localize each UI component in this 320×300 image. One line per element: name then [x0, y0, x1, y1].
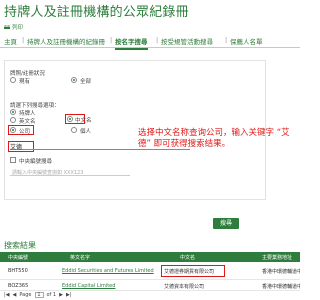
page-label: Page: [19, 292, 32, 298]
status-current-radio[interactable]: [10, 77, 16, 83]
page-title: 持牌人及註冊機構的公眾紀錄冊: [4, 5, 189, 20]
licensee-label: 持牌人: [19, 111, 36, 117]
company-label: 公司: [19, 129, 31, 135]
tab-sponsor-list[interactable]: 保薦人名單: [230, 36, 263, 46]
column-header-english-name[interactable]: 英文名字: [70, 254, 90, 261]
column-header-address[interactable]: 主要業務地址: [262, 254, 292, 261]
tutorial-annotation: 选择中文名称查询公司，输入关键字 “艾德” 即可获得搜索结果。: [138, 128, 290, 149]
tab-separator: |: [22, 36, 25, 44]
individual-radio[interactable]: [71, 127, 77, 133]
business-address: 香港中環德輔道中...: [262, 284, 300, 290]
business-address: 香港中環德輔道中...: [262, 269, 300, 275]
last-page-icon[interactable]: ▶|: [66, 292, 72, 298]
chinese-name: 艾德證券期貨有限公司: [164, 269, 215, 275]
english-name-radio[interactable]: [10, 117, 16, 123]
status-all-radio[interactable]: [71, 77, 77, 83]
results-table-header: 中央編號 英文名字 中文名 主要業務地址: [0, 252, 300, 262]
tab-separator: |: [110, 36, 113, 44]
tab-search-by-name[interactable]: 按名字搜尋: [115, 36, 148, 50]
column-header-ce[interactable]: 中央編號: [8, 254, 28, 261]
individual-label: 個人: [80, 129, 92, 135]
tab-home[interactable]: 主頁: [4, 36, 17, 46]
english-name-link[interactable]: Eddid Securities and Futures Limited: [62, 268, 154, 274]
table-row[interactable]: BHT550 Eddid Securities and Futures Limi…: [0, 262, 300, 280]
status-all-label: 全部: [80, 79, 92, 85]
ce-number: BHT550: [8, 268, 28, 274]
tab-separator: |: [225, 36, 228, 44]
ce-search-label: 中央編號搜尋: [19, 159, 53, 165]
chinese-name: 艾德資本有限公司: [164, 284, 205, 290]
tab-separator: |: [156, 36, 159, 44]
ce-search-input[interactable]: 請輸入中央編號查詢如 XXX123: [10, 168, 130, 176]
print-label: 列印: [12, 25, 24, 31]
company-radio[interactable]: [10, 127, 16, 133]
first-page-icon[interactable]: |◀: [4, 292, 10, 298]
chinese-name-radio[interactable]: [67, 116, 73, 122]
prev-page-icon[interactable]: ◀: [13, 292, 17, 298]
chinese-name-label: 中文名: [75, 118, 92, 124]
pagination: |◀ ◀ Page 1 of 1 ▶ ▶|: [4, 292, 71, 298]
tab-register[interactable]: 持牌人及註冊機構的紀錄冊: [27, 36, 105, 46]
english-name-link[interactable]: Eddid Capital Limited: [62, 283, 115, 289]
ce-search-checkbox[interactable]: [10, 157, 16, 163]
next-page-icon[interactable]: ▶: [59, 292, 63, 298]
search-options-label: 請選下列搜尋選項：: [10, 103, 60, 109]
ce-number: BOZ365: [8, 283, 29, 289]
nav-tabs: 主頁 | 持牌人及註冊機構的紀錄冊 | 按名字搜尋 | 按受規管活動搜尋 | 保…: [0, 34, 300, 50]
page-number-input[interactable]: 1: [34, 292, 44, 298]
printer-icon: [4, 24, 10, 29]
table-row[interactable]: BOZ365 Eddid Capital Limited 艾德資本有限公司 香港…: [0, 281, 300, 291]
english-name-label: 英文名: [19, 119, 36, 125]
licensee-radio[interactable]: [10, 109, 16, 115]
search-button[interactable]: 搜尋: [213, 218, 239, 229]
page-total: of 1: [46, 292, 57, 298]
status-label: 牌照/註冊狀況: [10, 71, 45, 77]
print-link[interactable]: 列印: [4, 23, 23, 31]
column-header-chinese-name[interactable]: 中文名: [180, 254, 195, 261]
results-title: 搜索結果: [4, 241, 36, 250]
status-current-label: 現有: [19, 79, 31, 85]
ce-search-placeholder: 請輸入中央編號查詢如 XXX123: [12, 170, 84, 176]
tab-search-by-activity[interactable]: 按受規管活動搜尋: [161, 36, 213, 46]
